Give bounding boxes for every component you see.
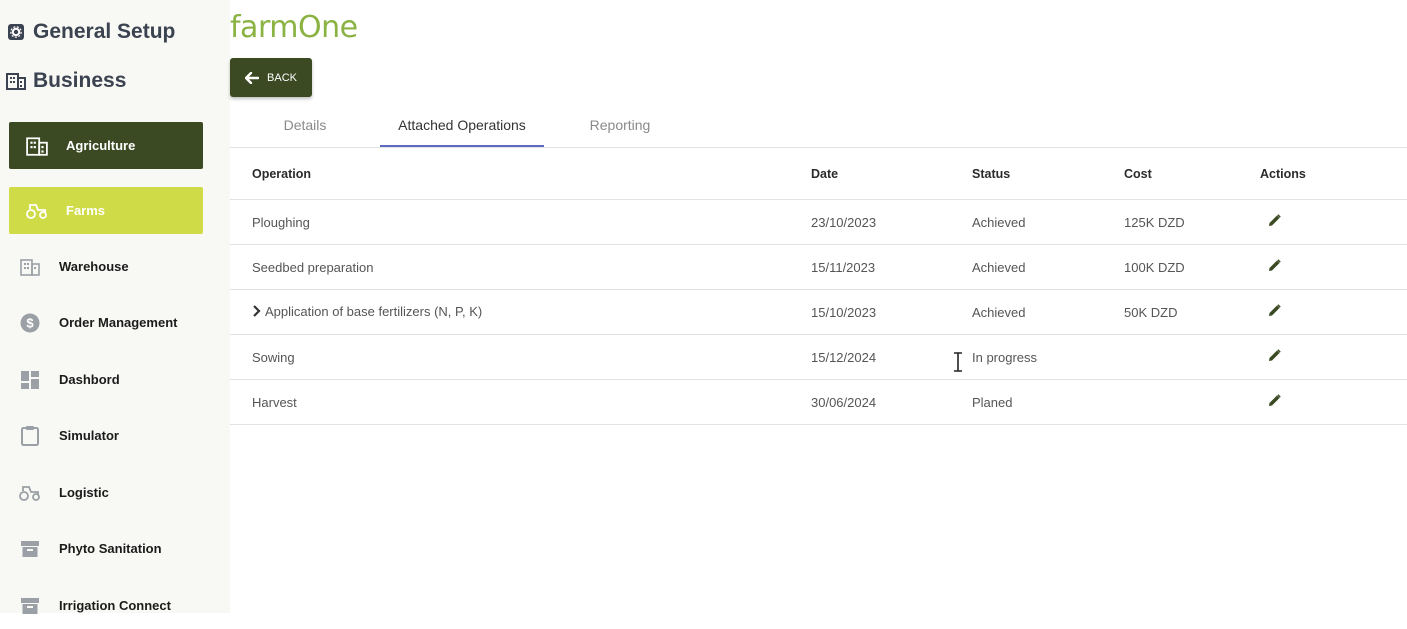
cell-actions [1260,289,1407,335]
pencil-icon[interactable] [1268,394,1281,407]
business-label: Business [33,69,127,92]
sidebar-item-farms[interactable]: Farms [9,187,203,234]
column-header-actions: Actions [1260,148,1407,200]
page-title: farmOne [230,10,358,45]
back-button[interactable]: BACK [230,58,312,97]
archive-icon [19,595,41,617]
cell-operation: Seedbed preparation [230,244,811,290]
cell-actions [1260,379,1407,425]
cell-actions [1260,334,1407,380]
sidebar-item-dashbord[interactable]: Dashbord [9,356,203,403]
cell-status: Planed [972,379,1124,425]
general-setup-label: General Setup [33,20,176,43]
table-row[interactable]: Seedbed preparation 15/11/2023 Achieved … [230,244,1407,290]
business-heading[interactable]: Business [6,69,126,93]
operations-table: Operation Date Status Cost Actions Ploug… [230,148,1407,425]
cell-cost: 125K DZD [1124,199,1260,245]
cell-cost: 50K DZD [1124,289,1260,335]
archive-icon [19,538,41,560]
pencil-icon[interactable] [1268,214,1281,227]
cell-operation: Sowing [230,334,811,380]
table-row[interactable]: Sowing 15/12/2024 In progress [230,334,1407,380]
cell-cost: 100K DZD [1124,244,1260,290]
operation-label: Application of base fertilizers (N, P, K… [265,303,483,319]
sidebar-item-label: Warehouse [59,259,129,274]
svg-text:$: $ [26,315,34,330]
cell-operation: Ploughing [230,199,811,245]
sidebar-item-label: Dashbord [59,372,120,387]
tractor-icon [19,482,41,504]
sidebar-item-label: Order Management [59,315,178,330]
dashboard-icon [19,369,41,391]
cell-date: 15/12/2024 [811,334,972,380]
sidebar-item-label: Phyto Sanitation [59,541,162,556]
sidebar-item-label: Farms [66,203,106,218]
cell-status: Achieved [972,199,1124,245]
pencil-icon[interactable] [1268,349,1281,362]
cell-date: 30/06/2024 [811,379,972,425]
tractor-icon [26,200,48,222]
cell-status: Achieved [972,244,1124,290]
sidebar-item-warehouse[interactable]: Warehouse [9,243,203,290]
sidebar-item-label: Simulator [59,428,119,443]
table-row[interactable]: Application of base fertilizers (N, P, K… [230,289,1407,335]
cell-status: In progress [972,334,1124,380]
arrow-left-icon [245,71,260,84]
dollar-icon: $ [19,312,41,334]
cell-date: 15/11/2023 [811,244,972,290]
sidebar-item-phyto-sanitation[interactable]: Phyto Sanitation [9,525,203,572]
tab-details[interactable]: Details [265,104,345,146]
cell-operation: Harvest [230,379,811,425]
cell-actions [1260,244,1407,290]
sidebar-item-agriculture[interactable]: Agriculture [9,122,203,169]
sidebar-item-label: Irrigation Connect [59,598,171,613]
sidebar: General Setup Business Agriculture Farms… [0,0,230,614]
table-row[interactable]: Ploughing 23/10/2023 Achieved 125K DZD [230,199,1407,245]
general-setup-heading[interactable]: General Setup [6,20,175,44]
cell-cost [1124,334,1260,380]
column-header-status[interactable]: Status [972,148,1124,200]
cell-operation: Application of base fertilizers (N, P, K… [230,289,811,335]
building-icon [6,71,26,91]
column-header-cost[interactable]: Cost [1124,148,1260,200]
cell-date: 15/10/2023 [811,289,972,335]
pencil-icon[interactable] [1268,259,1281,272]
column-header-date[interactable]: Date [811,148,972,200]
column-header-operation[interactable]: Operation [230,148,811,200]
sidebar-item-simulator[interactable]: Simulator [9,412,203,459]
cell-status: Achieved [972,289,1124,335]
cell-actions [1260,199,1407,245]
gear-icon [6,22,26,42]
sidebar-item-label: Logistic [59,485,109,500]
tab-reporting[interactable]: Reporting [575,104,665,146]
sidebar-item-logistic[interactable]: Logistic [9,469,203,516]
clipboard-icon [19,425,41,447]
pencil-icon[interactable] [1268,304,1281,317]
warehouse-icon [19,256,41,278]
tab-attached-operations[interactable]: Attached Operations [380,104,544,147]
sidebar-item-order-management[interactable]: $ Order Management [9,299,203,346]
cell-cost [1124,379,1260,425]
tab-bar: Details Attached Operations Reporting [230,104,1407,148]
sidebar-item-irrigation-connect[interactable]: Irrigation Connect [9,582,203,629]
text-cursor-icon [952,352,964,377]
building-icon [26,135,48,157]
table-header-row: Operation Date Status Cost Actions [230,148,1407,200]
cell-date: 23/10/2023 [811,199,972,245]
back-button-label: BACK [267,71,297,84]
chevron-right-icon[interactable] [252,305,261,320]
table-row[interactable]: Harvest 30/06/2024 Planed [230,379,1407,425]
sidebar-item-label: Agriculture [66,138,136,153]
